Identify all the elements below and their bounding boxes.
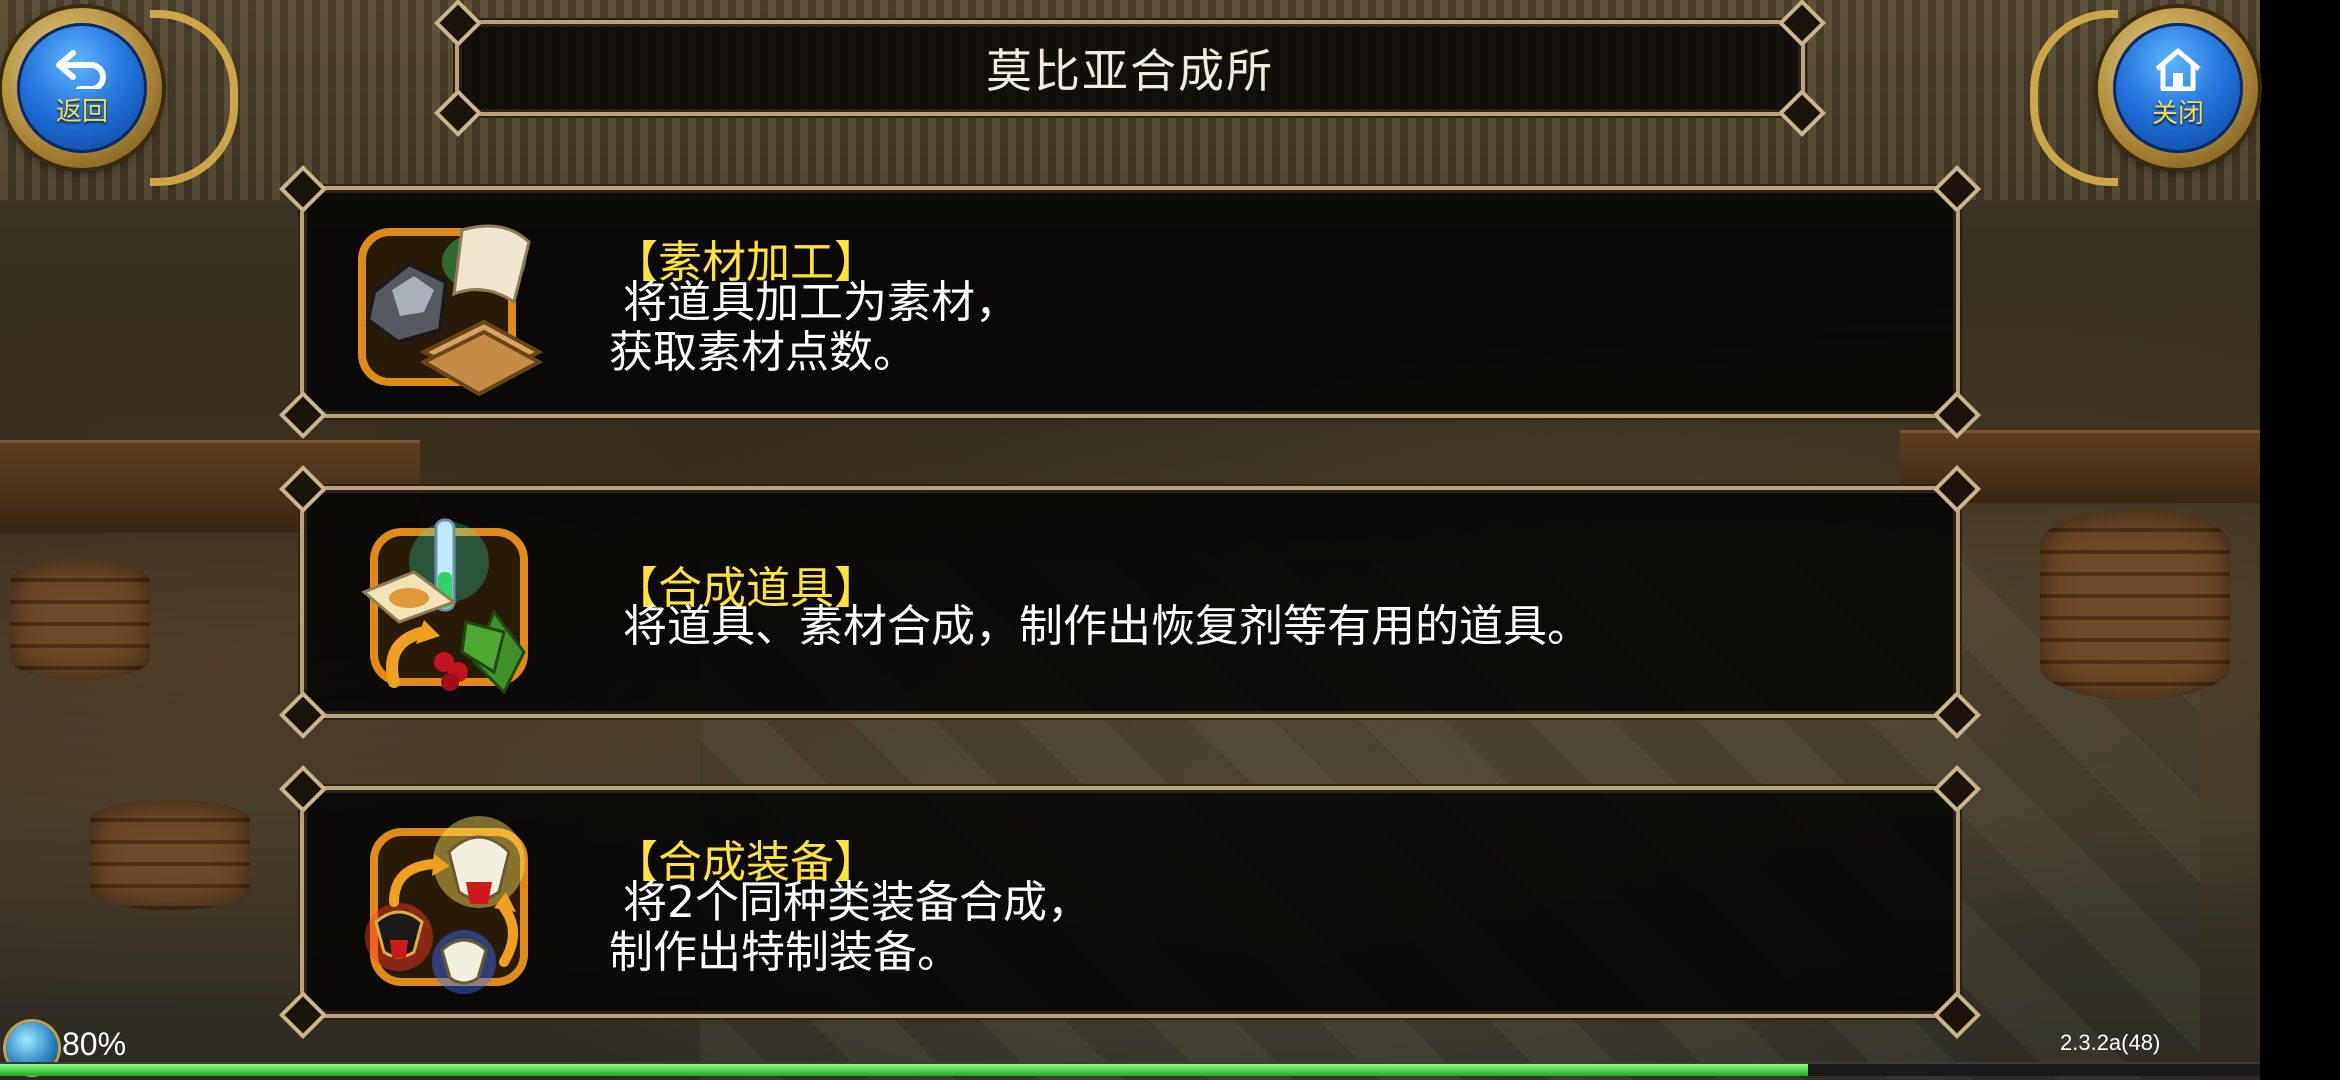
home-icon [2155, 48, 2201, 91]
back-arrow-icon [56, 49, 106, 89]
materials-icon [358, 224, 544, 397]
potion-herb-icon [361, 518, 528, 695]
frame-corner [278, 690, 328, 740]
scene-barrel-right [2040, 510, 2230, 700]
menu-item-item-synthesis[interactable]: 【合成道具】 将道具、素材合成，制作出恢复剂等有用的道具。 [278, 464, 1982, 740]
back-button[interactable]: 返回 [2, 8, 162, 168]
frame-corner [278, 390, 328, 440]
frame-corner [278, 990, 328, 1040]
close-button-label: 关闭 [2151, 98, 2204, 129]
scene-barrel-left [10, 560, 150, 680]
screen-edge [2260, 0, 2340, 1080]
frame-corner [278, 764, 328, 814]
loading-progress-bar [0, 1062, 2260, 1076]
close-button-face: 关闭 [2113, 23, 2243, 153]
menu-item-equipment-synthesis[interactable]: 【合成装备】 将2个同种类装备合成， 制作出特制装备。 [278, 764, 1982, 1040]
version-label: 2.3.2a(48) [2060, 1030, 2161, 1055]
back-button-label: 返回 [55, 96, 108, 127]
title-bar: 莫比亚合成所 [433, 0, 1827, 138]
loading-percent: 80% [62, 1026, 127, 1062]
scene-barrel-left-2 [90, 800, 250, 910]
equipment-fusion-icon [365, 816, 528, 994]
game-screen: 返回 关闭 莫比亚合成所 【素材加工】 将道具加工为素材， 获取素材点数。 【合… [0, 0, 2340, 1080]
menu-item-description: 将道具、素材合成，制作出恢复剂等有用的道具。 [609, 601, 1591, 652]
close-button[interactable]: 关闭 [2098, 8, 2258, 168]
loading-progress-fill [0, 1064, 1808, 1076]
back-button-face: 返回 [17, 23, 147, 153]
menu-item-description: 将道具加工为素材， 获取素材点数。 [609, 277, 1019, 378]
page-title: 莫比亚合成所 [986, 44, 1274, 98]
menu-item-material-processing[interactable]: 【素材加工】 将道具加工为素材， 获取素材点数。 [278, 164, 1982, 440]
menu-item-description: 将2个同种类装备合成， 制作出特制装备。 [609, 877, 1091, 978]
